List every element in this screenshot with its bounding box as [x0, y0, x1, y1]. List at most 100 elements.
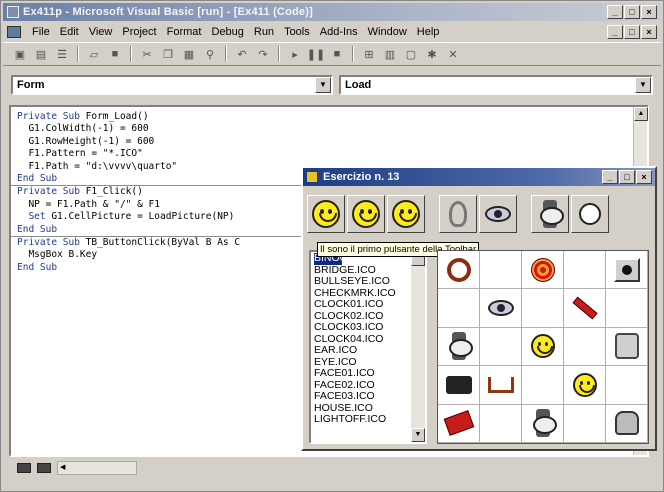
end-icon[interactable]: ■ — [328, 46, 346, 62]
menu-view[interactable]: View — [84, 26, 118, 38]
start-icon[interactable]: ▸ — [286, 46, 304, 62]
list-item[interactable]: BULLSEYE.ICO — [314, 275, 425, 288]
menu-edit[interactable]: Edit — [55, 26, 84, 38]
chevron-down-icon[interactable]: ▼ — [635, 77, 651, 93]
toolbar-button-clock01[interactable] — [531, 195, 569, 233]
toolbar-button-ear[interactable] — [439, 195, 477, 233]
toolbar-button-clock02[interactable] — [571, 195, 609, 233]
list-item[interactable]: FACE01.ICO — [314, 367, 425, 380]
list-item[interactable]: FACE03.ICO — [314, 390, 425, 403]
maximize-button[interactable]: □ — [624, 5, 640, 19]
list-item[interactable]: EAR.ICO — [314, 344, 425, 357]
open-icon[interactable]: ▱ — [85, 46, 103, 62]
ear-icon — [449, 201, 467, 227]
list-item[interactable]: LIGHTOFF.ICO — [314, 413, 425, 426]
grid-cell[interactable] — [438, 366, 480, 405]
grid-cell[interactable] — [522, 289, 564, 328]
grid-cell[interactable] — [480, 404, 522, 443]
grid-cell[interactable] — [606, 404, 648, 443]
grid-cell[interactable] — [606, 289, 648, 328]
grid-cell[interactable] — [606, 366, 648, 405]
grid-cell[interactable] — [438, 404, 480, 443]
grid-cell[interactable] — [564, 289, 606, 328]
menu-project[interactable]: Project — [117, 26, 161, 38]
project-explorer-icon[interactable]: ⊞ — [360, 46, 378, 62]
redo-icon[interactable]: ↷ — [254, 46, 272, 62]
menu-run[interactable]: Run — [249, 26, 279, 38]
grid-cell[interactable] — [438, 327, 480, 367]
form-maximize-button[interactable]: □ — [619, 170, 635, 184]
binoculars-icon — [445, 375, 472, 394]
form-minimize-button[interactable]: _ — [602, 170, 618, 184]
code-window-icon[interactable] — [7, 26, 21, 38]
cut-icon[interactable]: ✂ — [138, 46, 156, 62]
save-icon[interactable]: ■ — [106, 46, 124, 62]
grid-cell[interactable] — [480, 289, 522, 328]
form-layout-icon[interactable]: ▢ — [402, 46, 420, 62]
grid-cell[interactable] — [438, 289, 480, 328]
bullseye-icon — [530, 257, 555, 282]
procedure-combo[interactable]: Load ▼ — [339, 75, 653, 95]
menu-debug[interactable]: Debug — [206, 26, 248, 38]
grid-cell[interactable] — [564, 404, 606, 443]
code-horizontal-scrollbar[interactable]: ◀ — [57, 461, 137, 475]
scroll-down-icon[interactable]: ▼ — [411, 428, 425, 442]
toolbox-icon[interactable]: ✕ — [444, 46, 462, 62]
code-line: End Sub — [17, 261, 58, 273]
scroll-up-icon[interactable]: ▲ — [634, 107, 648, 121]
grid-cell[interactable] — [480, 366, 522, 405]
list-item[interactable]: CLOCK03.ICO — [314, 321, 425, 334]
grid-cell[interactable] — [480, 327, 522, 367]
code-line: Set G1.CellPicture = LoadPicture(NP) — [17, 211, 235, 223]
list-item[interactable]: CLOCK01.ICO — [314, 298, 425, 311]
menu-help[interactable]: Help — [412, 26, 445, 38]
mdi-restore-button[interactable]: □ — [624, 25, 640, 39]
grid-cell[interactable] — [438, 251, 480, 290]
grid-cell[interactable] — [564, 366, 606, 405]
find-icon[interactable]: ⚲ — [201, 46, 219, 62]
menu-format[interactable]: Format — [162, 26, 207, 38]
chevron-down-icon[interactable]: ▼ — [315, 77, 331, 93]
full-module-view-icon[interactable] — [37, 463, 51, 473]
close-button[interactable]: × — [641, 5, 657, 19]
procedure-view-icon[interactable] — [17, 463, 31, 473]
form-title-bar[interactable]: Esercizio n. 13 _ □ × — [303, 168, 655, 186]
minimize-button[interactable]: _ — [607, 5, 623, 19]
grid-cell[interactable] — [564, 251, 606, 290]
file-list[interactable]: BINOCULR.ICO BRIDGE.ICO BULLSEYE.ICO CHE… — [309, 250, 427, 444]
grid-cell[interactable] — [564, 327, 606, 367]
grid-cell[interactable] — [480, 251, 522, 290]
grid-cell[interactable] — [606, 251, 648, 290]
object-browser-icon[interactable]: ✱ — [423, 46, 441, 62]
mdi-caption-buttons: _ □ × — [607, 25, 657, 39]
menu-file[interactable]: File — [27, 26, 55, 38]
menu-editor-icon[interactable]: ☰ — [53, 46, 71, 62]
break-icon[interactable]: ❚❚ — [307, 46, 325, 62]
object-combo[interactable]: Form ▼ — [11, 75, 333, 95]
mdi-close-button[interactable]: × — [641, 25, 657, 39]
undo-icon[interactable]: ↶ — [233, 46, 251, 62]
menu-tools[interactable]: Tools — [279, 26, 315, 38]
add-form-icon[interactable]: ▤ — [32, 46, 50, 62]
add-project-icon[interactable]: ▣ — [11, 46, 29, 62]
copy-icon[interactable]: ❐ — [159, 46, 177, 62]
menu-add-ins[interactable]: Add-Ins — [315, 26, 363, 38]
vb-ide-window: Ex411p - Microsoft Visual Basic [run] - … — [0, 0, 664, 492]
toolbar-button-face02[interactable] — [347, 195, 385, 233]
grid-cell[interactable] — [522, 327, 564, 367]
toolbar-button-eye[interactable] — [479, 195, 517, 233]
toolbar-button-face03[interactable] — [387, 195, 425, 233]
grid-cell[interactable] — [522, 366, 564, 405]
grid-cell[interactable] — [522, 404, 564, 443]
paste-icon[interactable]: ▦ — [180, 46, 198, 62]
grid-cell[interactable] — [606, 327, 648, 367]
properties-icon[interactable]: ▥ — [381, 46, 399, 62]
picture-grid[interactable] — [437, 250, 649, 444]
file-list-scrollbar[interactable]: ▼ — [411, 252, 425, 442]
menu-window[interactable]: Window — [363, 26, 412, 38]
title-bar[interactable]: Ex411p - Microsoft Visual Basic [run] - … — [3, 3, 661, 21]
toolbar-button-face01[interactable] — [307, 195, 345, 233]
mdi-minimize-button[interactable]: _ — [607, 25, 623, 39]
form-close-button[interactable]: × — [636, 170, 652, 184]
grid-cell[interactable] — [522, 251, 564, 290]
